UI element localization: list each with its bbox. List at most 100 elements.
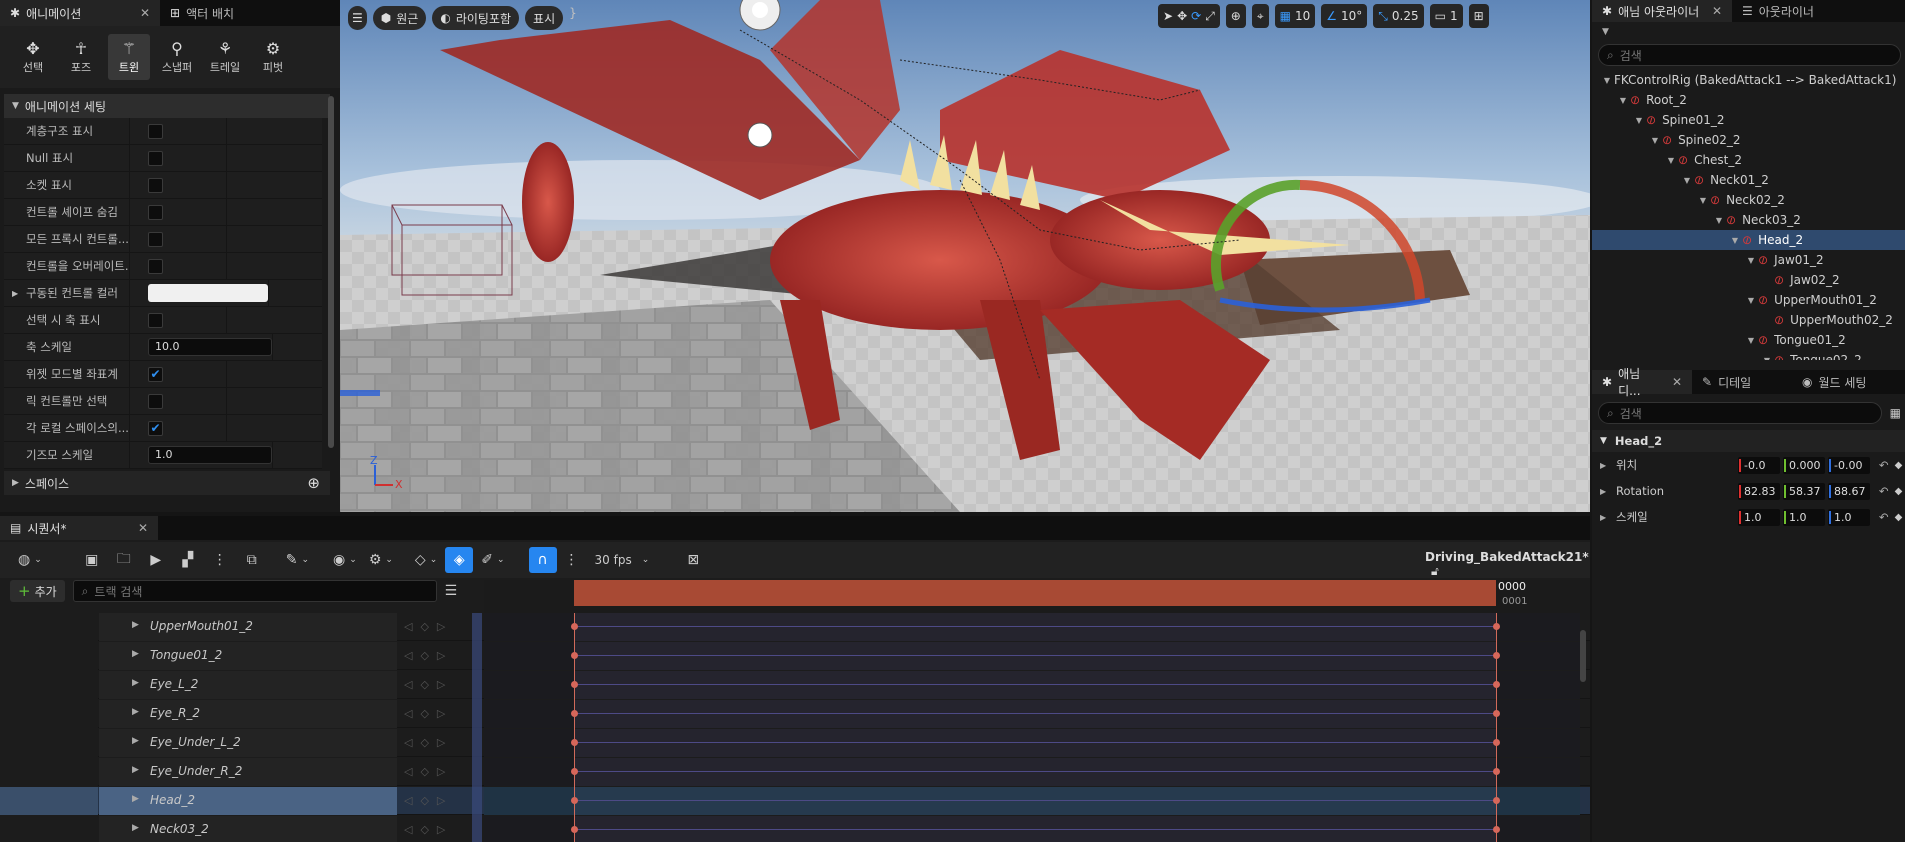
edit-dropdown[interactable]: ✐ ⌄ (477, 547, 508, 573)
actions-button[interactable]: ⧉ (238, 547, 266, 573)
track-search-input[interactable]: ⌕ 트랙 검색 (72, 580, 437, 602)
tab-world-settings[interactable]: ◉ 월드 세팅 (1792, 370, 1902, 394)
track-section[interactable] (574, 613, 1496, 641)
key-nav-icons[interactable]: ◁◇▷ (404, 794, 453, 807)
chevron-right-icon[interactable]: ▶ (1592, 461, 1606, 470)
level-viewport[interactable]: ZX ☰ ⬢ 원근 ◐ 라이팅포함 표시 } ➤ ✥ ⟳ ⤢ ⊕ ⌖ ▦ 10 ∠ 10… (340, 0, 1590, 512)
timeline-scrollbar[interactable] (1580, 630, 1586, 682)
y-field[interactable]: 58.37 (1783, 482, 1825, 500)
setting-checkbox[interactable]: ✔ (148, 420, 163, 436)
key-nav-icons[interactable]: ◁◇▷ (404, 649, 453, 662)
track-row[interactable]: ▶ Eye_Under_R_2 ◁◇▷ (0, 758, 1590, 786)
scale-icon[interactable]: ⤢ (1205, 9, 1215, 24)
track-row[interactable]: ▶ Eye_L_2 ◁◇▷ (0, 671, 1590, 699)
camera-speed-button[interactable]: ▭ 1 (1429, 4, 1463, 28)
tab-anim-outliner[interactable]: ✱ 애님 아웃라이너 ✕ (1592, 0, 1732, 22)
chevron-right-icon[interactable]: ▶ (132, 620, 139, 630)
tree-node[interactable]: ▼ ⊘ Head_2 (1592, 230, 1905, 250)
tab-outliner[interactable]: ☰ 아웃라이너 (1732, 0, 1852, 22)
track-splitter[interactable] (472, 613, 482, 842)
setting-checkbox[interactable] (148, 258, 163, 274)
snap-options-button[interactable]: ⋮ (561, 547, 583, 573)
z-field[interactable]: -0.00 (1828, 456, 1870, 474)
track-section[interactable] (574, 787, 1496, 815)
x-field[interactable]: -0.0 (1738, 456, 1780, 474)
tree-node[interactable]: ▼ ⊘ Jaw01_2 (1592, 250, 1905, 270)
chevron-right-icon[interactable]: ▶ (132, 823, 139, 833)
playback-range-bar[interactable] (574, 580, 1496, 606)
reset-arrow-icon[interactable]: ↶ (1879, 484, 1889, 498)
world-button[interactable]: ◍ ⌄ (14, 547, 46, 573)
settings-dropdown[interactable]: ⚙ ⌄ (365, 547, 397, 573)
close-icon[interactable]: ✕ (1712, 4, 1722, 18)
details-section-header[interactable]: ▼ Head_2 (1592, 430, 1905, 452)
chevron-right-icon[interactable]: ▶ (1592, 513, 1606, 522)
tree-node[interactable]: ▼ ⊘ Neck02_2 (1592, 190, 1905, 210)
key-nav-icons[interactable]: ◁◇▷ (404, 707, 453, 720)
translate-icon[interactable]: ✥ (1177, 9, 1187, 23)
render-movie-button[interactable]: ▶ (142, 547, 170, 573)
close-icon[interactable]: ✕ (1672, 375, 1682, 389)
track-row[interactable]: ▶ Neck03_2 ◁◇▷ (0, 816, 1590, 842)
chevron-down-icon[interactable]: ▼ (1602, 27, 1609, 37)
track-row[interactable]: ▶ Eye_R_2 ◁◇▷ (0, 700, 1590, 728)
show-button[interactable]: 표시 (525, 6, 564, 30)
animation-settings-header[interactable]: ▼ 애니메이션 세팅 (4, 94, 330, 118)
view-dropdown[interactable]: ◉ ⌄ (329, 547, 361, 573)
perspective-button[interactable]: ⬢ 원근 (372, 6, 427, 30)
mode-trail[interactable]: ⚘ 트레일 (204, 34, 246, 80)
tree-node[interactable]: ⊘ Jaw02_2 (1592, 270, 1905, 290)
chevron-right-icon[interactable]: ▶ (132, 794, 139, 804)
tree-node[interactable]: ▼ ⊘ Root_2 (1592, 90, 1905, 110)
settings-scrollbar[interactable] (328, 96, 334, 448)
chevron-right-icon[interactable]: ▶ (1592, 487, 1606, 496)
mode-pose[interactable]: ☥ 포즈 (60, 34, 102, 80)
lighting-button[interactable]: ◐ 라이팅포함 (432, 6, 520, 30)
table-view-icon[interactable]: ▦ (1890, 406, 1901, 420)
more-options-button[interactable]: ⋮ (206, 547, 234, 573)
auto-key-button[interactable]: ◈ (445, 547, 474, 573)
lock-icon[interactable]: 🔓︎ (1431, 564, 1439, 578)
key-dropdown[interactable]: ◇ ⌄ (411, 547, 441, 573)
chevron-right-icon[interactable]: ▶ (132, 736, 139, 746)
track-row[interactable]: ▶ Head_2 ◁◇▷ (0, 787, 1590, 815)
rotation-snap-button[interactable]: ∠ 10° (1321, 4, 1368, 28)
clapper-button[interactable]: ▞ (174, 547, 202, 573)
tree-node[interactable]: ▼ ⊘ Spine01_2 (1592, 110, 1905, 130)
track-section[interactable] (574, 758, 1496, 786)
close-icon[interactable]: ✕ (138, 521, 148, 535)
key-diamond-icon[interactable]: ◆ (1895, 512, 1903, 523)
setting-checkbox[interactable] (148, 393, 163, 409)
select-mode-icon[interactable]: ➤ (1163, 9, 1173, 23)
save-button[interactable]: ▣ (78, 547, 106, 573)
track-section[interactable] (574, 671, 1496, 699)
tree-node[interactable]: ▼ ⊘ Neck03_2 (1592, 210, 1905, 230)
world-local-button[interactable]: ⊕ (1225, 4, 1246, 28)
x-field[interactable]: 82.83 (1738, 482, 1780, 500)
chevron-right-icon[interactable]: ▶ (132, 678, 139, 688)
tab-sequencer[interactable]: ▤ 시퀀서* ✕ (0, 516, 158, 540)
track-row[interactable]: ▶ Tongue01_2 ◁◇▷ (0, 642, 1590, 670)
tree-node[interactable]: ▼ ⊘ Tongue01_2 (1592, 330, 1905, 350)
z-field[interactable]: 1.0 (1828, 508, 1870, 526)
tab-actor-placement[interactable]: ⊞ 액터 배치 (160, 0, 290, 26)
close-icon[interactable]: ✕ (140, 6, 150, 20)
tree-node[interactable]: ⊘ UpperMouth02_2 (1592, 310, 1905, 330)
find-asset-button[interactable]: 🗀 (110, 547, 138, 573)
scale-snap-button[interactable]: ⤡ 0.25 (1373, 4, 1424, 28)
track-section[interactable] (574, 729, 1496, 757)
rotate-icon[interactable]: ⟳ (1191, 9, 1201, 23)
key-diamond-icon[interactable]: ◆ (1895, 486, 1903, 497)
key-nav-icons[interactable]: ◁◇▷ (404, 823, 453, 836)
key-nav-icons[interactable]: ◁◇▷ (404, 620, 453, 633)
setting-number-input[interactable]: 10.0 (148, 338, 272, 356)
track-row[interactable]: ▶ UpperMouth01_2 ◁◇▷ (0, 613, 1590, 641)
setting-checkbox[interactable] (148, 231, 163, 247)
key-nav-icons[interactable]: ◁◇▷ (404, 765, 453, 778)
mode-pivot[interactable]: ⚙ 피벗 (252, 34, 294, 80)
track-row[interactable]: ▶ Eye_Under_L_2 ◁◇▷ (0, 729, 1590, 757)
tree-node[interactable]: ▼ ⊘ Neck01_2 (1592, 170, 1905, 190)
add-track-button[interactable]: + 추가 (10, 580, 65, 602)
tools-dropdown[interactable]: ✎ ⌄ (282, 547, 313, 573)
viewport-menu-button[interactable]: ☰ (348, 6, 367, 30)
